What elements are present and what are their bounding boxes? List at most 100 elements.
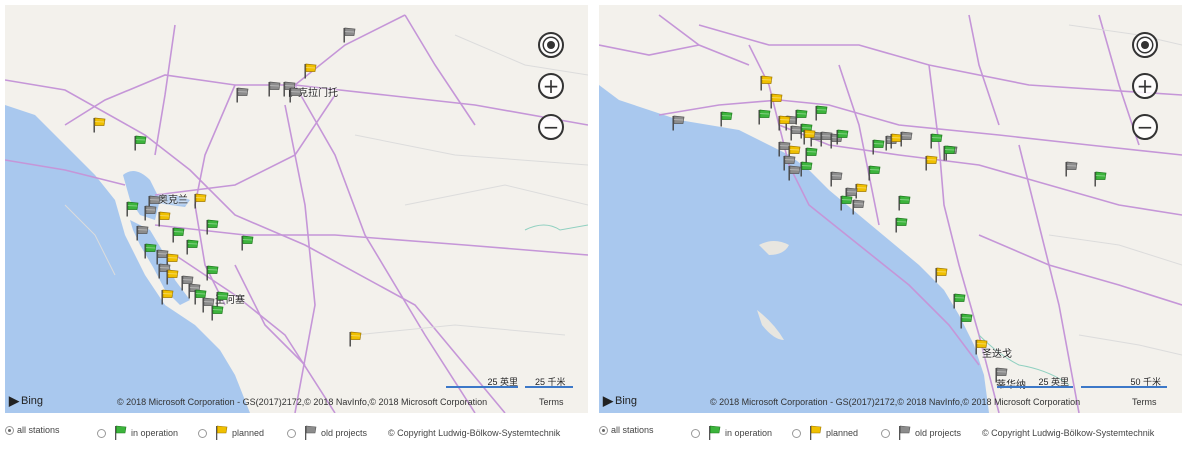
zoom-out-icon: − xyxy=(1136,115,1154,139)
station-marker-gray-flag-icon[interactable] xyxy=(235,87,249,103)
zoom-out-icon: − xyxy=(542,115,560,139)
legend-copyright: © Copyright Ludwig-Bölkow-Systemtechnik xyxy=(388,428,561,438)
station-marker-green-flag-icon[interactable] xyxy=(215,291,229,307)
station-marker-green-flag-icon[interactable] xyxy=(942,145,956,161)
station-marker-green-flag-icon[interactable] xyxy=(125,201,139,217)
bing-logo: ▶ Bing xyxy=(603,393,638,408)
station-marker-yellow-flag-icon[interactable] xyxy=(193,193,207,209)
filter-old-projects[interactable]: old projects xyxy=(881,425,961,441)
yellow-flag-icon xyxy=(810,425,822,440)
station-marker-yellow-flag-icon[interactable] xyxy=(303,63,317,79)
station-marker-green-flag-icon[interactable] xyxy=(757,109,771,125)
gray-flag-icon xyxy=(899,425,911,440)
station-marker-yellow-flag-icon[interactable] xyxy=(924,155,938,171)
station-marker-gray-flag-icon[interactable] xyxy=(829,171,843,187)
station-marker-yellow-flag-icon[interactable] xyxy=(160,289,174,305)
station-marker-yellow-flag-icon[interactable] xyxy=(165,269,179,285)
locate-icon xyxy=(547,41,555,49)
station-marker-green-flag-icon[interactable] xyxy=(205,219,219,235)
station-marker-gray-flag-icon[interactable] xyxy=(135,225,149,241)
station-marker-gray-flag-icon[interactable] xyxy=(994,367,1008,383)
station-marker-green-flag-icon[interactable] xyxy=(814,105,828,121)
station-marker-green-flag-icon[interactable] xyxy=(835,129,849,145)
station-marker-yellow-flag-icon[interactable] xyxy=(92,117,106,133)
filter-old-projects[interactable]: old projects xyxy=(287,425,367,441)
map-canvas[interactable]: 圣迭戈 蒂华纳 + − 25 英里 50 千米 ▶Bing © 2018 Mic… xyxy=(599,5,1182,413)
radio-icon[interactable] xyxy=(691,428,700,438)
station-marker-green-flag-icon[interactable] xyxy=(719,111,733,127)
station-marker-green-flag-icon[interactable] xyxy=(897,195,911,211)
filter-planned[interactable]: planned xyxy=(792,425,858,441)
legend: all stations in operation planned old pr… xyxy=(5,422,588,444)
station-marker-yellow-flag-icon[interactable] xyxy=(348,331,362,347)
zoom-in-icon: + xyxy=(542,74,560,98)
terms-link[interactable]: Terms xyxy=(539,397,564,407)
station-marker-green-flag-icon[interactable] xyxy=(871,139,885,155)
station-marker-yellow-flag-icon[interactable] xyxy=(157,211,171,227)
zoom-in-button[interactable]: + xyxy=(1132,73,1158,99)
station-marker-green-flag-icon[interactable] xyxy=(171,227,185,243)
station-marker-gray-flag-icon[interactable] xyxy=(1064,161,1078,177)
station-marker-green-flag-icon[interactable] xyxy=(210,305,224,321)
station-marker-yellow-flag-icon[interactable] xyxy=(769,93,783,109)
terms-link[interactable]: Terms xyxy=(1132,397,1157,407)
station-marker-green-flag-icon[interactable] xyxy=(867,165,881,181)
station-marker-green-flag-icon[interactable] xyxy=(143,243,157,259)
station-marker-gray-flag-icon[interactable] xyxy=(143,205,157,221)
radio-icon[interactable] xyxy=(97,428,106,438)
legend-copyright: © Copyright Ludwig-Bölkow-Systemtechnik xyxy=(982,428,1155,438)
station-marker-green-flag-icon[interactable] xyxy=(959,313,973,329)
locate-button[interactable] xyxy=(538,32,564,58)
map-panel-bay-area: 萨克拉门托 奥克兰 圣何塞 + − 25 英里 25 千米 ▶ Bing © 20… xyxy=(0,0,589,451)
station-marker-yellow-flag-icon[interactable] xyxy=(802,129,816,145)
station-marker-gray-flag-icon[interactable] xyxy=(342,27,356,43)
filter-planned[interactable]: planned xyxy=(198,425,264,441)
map-copyright: © 2018 Microsoft Corporation - GS(2017)2… xyxy=(117,397,488,407)
map-panel-southern-california: 圣迭戈 蒂华纳 + − 25 英里 50 千米 ▶Bing © 2018 Mic… xyxy=(594,0,1183,451)
radio-icon[interactable] xyxy=(287,428,296,438)
station-marker-green-flag-icon[interactable] xyxy=(952,293,966,309)
station-marker-green-flag-icon[interactable] xyxy=(929,133,943,149)
radio-icon[interactable] xyxy=(198,428,207,438)
zoom-out-button[interactable]: − xyxy=(1132,114,1158,140)
station-marker-gray-flag-icon[interactable] xyxy=(899,131,913,147)
bing-logo: ▶ Bing xyxy=(9,393,44,408)
station-marker-green-flag-icon[interactable] xyxy=(799,161,813,177)
yellow-flag-icon xyxy=(216,425,228,440)
station-marker-green-flag-icon[interactable] xyxy=(133,135,147,151)
legend: all stations in operation planned old pr… xyxy=(599,422,1182,444)
station-marker-yellow-flag-icon[interactable] xyxy=(759,75,773,91)
gray-flag-icon xyxy=(305,425,317,440)
green-flag-icon xyxy=(709,425,721,440)
map-basemap xyxy=(5,14,588,413)
station-marker-gray-flag-icon[interactable] xyxy=(671,115,685,131)
station-marker-green-flag-icon[interactable] xyxy=(240,235,254,251)
locate-button[interactable] xyxy=(1132,32,1158,58)
zoom-in-button[interactable]: + xyxy=(538,73,564,99)
green-flag-icon xyxy=(115,425,127,440)
station-marker-green-flag-icon[interactable] xyxy=(205,265,219,281)
map-basemap xyxy=(599,14,1182,413)
locate-icon xyxy=(1141,41,1149,49)
zoom-out-button[interactable]: − xyxy=(538,114,564,140)
station-marker-green-flag-icon[interactable] xyxy=(185,239,199,255)
station-marker-gray-flag-icon[interactable] xyxy=(267,81,281,97)
filter-in-operation[interactable]: in operation xyxy=(691,425,772,441)
station-marker-green-flag-icon[interactable] xyxy=(1093,171,1107,187)
radio-icon[interactable] xyxy=(881,428,890,438)
filter-all-stations[interactable]: all stations xyxy=(5,425,60,435)
station-marker-gray-flag-icon[interactable] xyxy=(851,199,865,215)
station-marker-yellow-flag-icon[interactable] xyxy=(974,339,988,355)
radio-icon[interactable] xyxy=(599,425,608,435)
station-marker-yellow-flag-icon[interactable] xyxy=(934,267,948,283)
station-marker-green-flag-icon[interactable] xyxy=(894,217,908,233)
radio-icon[interactable] xyxy=(5,425,14,435)
map-copyright: © 2018 Microsoft Corporation - GS(2017)2… xyxy=(710,397,1081,407)
filter-all-stations[interactable]: all stations xyxy=(599,425,654,435)
map-canvas[interactable]: 萨克拉门托 奥克兰 圣何塞 + − 25 英里 25 千米 ▶ Bing © 20… xyxy=(5,5,588,413)
filter-in-operation[interactable]: in operation xyxy=(97,425,178,441)
station-marker-gray-flag-icon[interactable] xyxy=(288,87,302,103)
city-label: 奥克兰 xyxy=(158,195,188,206)
zoom-in-icon: + xyxy=(1136,74,1154,98)
radio-icon[interactable] xyxy=(792,428,801,438)
